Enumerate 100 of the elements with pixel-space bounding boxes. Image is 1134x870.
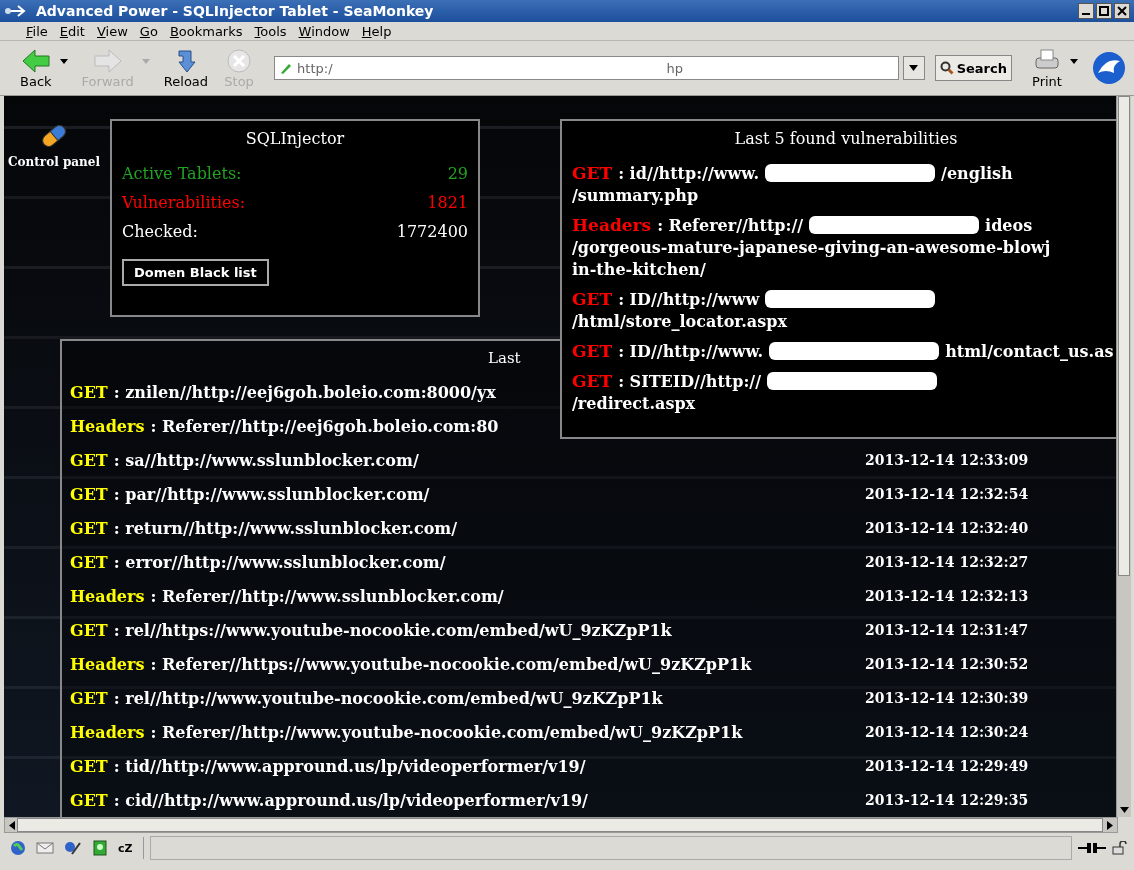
method-label: Headers — [70, 654, 145, 674]
timestamp: 2013-12-14 12:31:47 — [865, 622, 1029, 638]
maximize-button[interactable] — [1096, 3, 1112, 19]
method-label: GET — [70, 382, 108, 402]
url-text: : ID//http://www — [618, 289, 760, 309]
url-text: : par//http://www.sslunblocker.com/ — [113, 484, 430, 504]
timestamp: 2013-12-14 12:32:27 — [865, 554, 1029, 570]
search-button[interactable]: Search — [934, 55, 1012, 81]
url-text: in-the-kitchen/ — [572, 259, 706, 279]
stat-label: Vulnerabilities: — [122, 193, 246, 212]
right-arrow-icon[interactable] — [1107, 820, 1113, 830]
url-text: : cid//http://www.appround.us/lp/videoperformer/v19/ — [113, 790, 588, 810]
close-icon — [1117, 6, 1127, 16]
method-label: GET — [572, 341, 613, 361]
menu-item[interactable]: File — [20, 23, 54, 39]
url-text: : Referer//http://www.youtube-nocookie.com/embed/wU_9zKZpP1k — [150, 722, 743, 742]
back-arrow-icon — [20, 47, 51, 74]
method-label: GET — [572, 163, 613, 183]
menu-item[interactable]: Bookmarks — [163, 23, 249, 39]
composer-icon[interactable] — [64, 840, 82, 856]
menu-item[interactable]: Window — [292, 23, 356, 39]
stat-label: Active Tablets: — [122, 164, 242, 183]
control-panel-label[interactable]: Control panel — [8, 155, 100, 169]
url-text: : return//http://www.sslunblocker.com/ — [113, 518, 458, 538]
stat-value: 29 — [447, 164, 468, 183]
url-text: : ID//http://www. — [618, 341, 764, 361]
method-label: GET — [70, 552, 108, 572]
timestamp: 2013-12-14 12:30:24 — [865, 724, 1029, 740]
method-label: GET — [572, 289, 613, 309]
chat-button[interactable]: cZ — [118, 841, 133, 855]
vertical-scrollbar[interactable] — [1116, 96, 1131, 817]
url-text: : error//http://www.sslunblocker.com/ — [113, 552, 446, 572]
caret-icon[interactable] — [1070, 58, 1078, 64]
panel-title: Last — [488, 349, 521, 367]
method-label: Headers — [70, 416, 145, 436]
timestamp: 2013-12-14 12:33:09 — [865, 452, 1029, 468]
url-text: : Referer//https://www.youtube-nocookie.com/embed/wU_9zKZpP1k — [150, 654, 752, 674]
timestamp: 2013-12-14 12:29:35 — [865, 792, 1029, 808]
url-text: /html/store_locator.aspx — [572, 311, 787, 331]
menu-item[interactable]: Help — [355, 23, 398, 39]
menu-item[interactable]: Edit — [53, 23, 91, 39]
back-button[interactable]: Back — [18, 47, 54, 89]
timestamp: 2013-12-14 12:32:13 — [865, 588, 1029, 604]
method-label: GET — [70, 518, 108, 538]
close-button[interactable] — [1114, 3, 1130, 19]
dropdown-button[interactable] — [902, 56, 925, 80]
timestamp: 2013-12-14 12:30:52 — [865, 656, 1029, 672]
method-label: Headers — [70, 722, 145, 742]
minimize-icon — [1082, 13, 1090, 15]
mail-icon[interactable] — [36, 841, 54, 855]
url-text: : rel//https://www.youtube-nocookie.com/embed/wU_9zKZpP1k — [113, 620, 672, 640]
horizontal-scrollbar[interactable] — [4, 817, 1118, 833]
minimize-button[interactable] — [1078, 3, 1094, 19]
timestamp: 2013-12-14 12:32:54 — [865, 486, 1029, 502]
maximize-icon — [1099, 6, 1109, 16]
timestamp: 2013-12-14 12:30:39 — [865, 690, 1029, 706]
url-text: : rel//http://www.youtube-nocookie.com/embed/wU_9zKZpP1k — [113, 688, 663, 708]
url-text: html/contact_us.as — [945, 341, 1114, 361]
method-label: GET — [70, 790, 108, 810]
panel-title: SQLInjector — [244, 129, 346, 148]
reload-button[interactable]: Reload — [161, 47, 211, 89]
method-label: GET — [70, 450, 108, 470]
url-text: : Referer//http://www.sslunblocker.com/ — [150, 586, 504, 606]
method-label: GET — [70, 484, 108, 504]
url-text: : Referer//http:// — [657, 215, 804, 235]
url-text: ideos — [985, 215, 1033, 235]
left-arrow-icon[interactable] — [9, 820, 15, 830]
url-text: /redirect.aspx — [572, 393, 696, 413]
url-text: : id//http://www. — [618, 163, 760, 183]
address-book-icon[interactable] — [92, 840, 108, 856]
stat-value: 1821 — [427, 193, 468, 212]
stat-value: 1772400 — [396, 222, 468, 241]
caret-icon — [909, 65, 919, 71]
method-label: GET — [572, 371, 613, 391]
url-text: : Referer//http://eej6goh.boleio.com:80 — [150, 416, 499, 436]
pencil-icon — [279, 61, 294, 75]
url-text: : znilen//http://eej6goh.boleio.com:8000/yx — [113, 382, 496, 402]
timestamp: 2013-12-14 12:32:40 — [865, 520, 1029, 536]
window-title: Advanced Power - SQLInjector Tablet - SeaMonkey — [36, 3, 435, 19]
search-icon — [939, 61, 954, 75]
url-text: : SITEID//http:// — [618, 371, 761, 391]
blacklist-button[interactable]: Domen Black list — [122, 259, 269, 286]
url-text: /english — [941, 163, 1013, 183]
method-label: GET — [70, 756, 108, 776]
lock-icon[interactable] — [1112, 841, 1128, 855]
down-arrow-icon[interactable] — [1119, 807, 1129, 813]
menu-item[interactable]: Go — [133, 23, 164, 39]
method-label: Headers — [70, 586, 145, 606]
timestamp: 2013-12-14 12:29:49 — [865, 758, 1029, 774]
menu-item[interactable]: Tools — [248, 23, 293, 39]
address-field[interactable]: http:/ hp — [274, 56, 899, 80]
forward-arrow-icon — [92, 47, 123, 74]
connection-icon[interactable] — [1078, 842, 1106, 854]
menu-item[interactable]: View — [90, 23, 134, 39]
print-button[interactable]: Print — [1030, 47, 1064, 89]
seamonkey-logo-icon[interactable] — [1092, 51, 1126, 85]
url-text: /summary.php — [572, 185, 699, 205]
globe-icon[interactable] — [10, 840, 26, 856]
caret-icon[interactable] — [59, 58, 68, 64]
stat-label: Checked: — [122, 222, 198, 241]
